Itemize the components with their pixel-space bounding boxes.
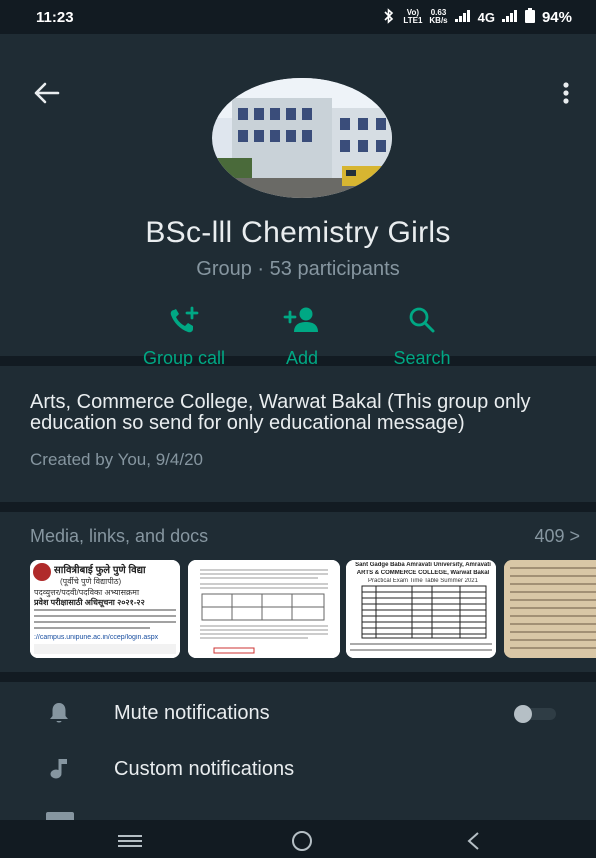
home-button[interactable]	[284, 830, 320, 852]
thumb-heading: सावित्रीबाई फुले पुणे विद्या	[54, 565, 146, 576]
add-call-icon	[170, 306, 199, 333]
group-call-button[interactable]: Group call	[124, 304, 244, 374]
media-thumbnail[interactable]: Sant Gadge Baba Amravati University, Amr…	[346, 560, 496, 658]
nav-back-button[interactable]	[456, 830, 492, 852]
custom-notifications-row[interactable]: Custom notifications	[0, 740, 596, 796]
music-note-icon	[50, 759, 67, 779]
status-bar: 11:23 Vo) LTE1 0.63 KB/s 4G 94%	[0, 0, 596, 34]
circle-home-icon	[292, 831, 312, 851]
document-image	[188, 560, 340, 658]
volte-indicator: Vo) LTE1	[403, 8, 423, 25]
media-section: Media, links, and docs 409 > सावित्रीबाई…	[0, 512, 596, 672]
status-icons: Vo) LTE1 0.63 KB/s 4G 94%	[382, 7, 572, 27]
network-type: 4G	[477, 9, 495, 25]
media-thumbnail[interactable]	[504, 560, 596, 658]
group-photo	[212, 78, 392, 198]
media-label: Media, links, and docs	[30, 526, 209, 546]
network-speed: 0.63 KB/s	[429, 8, 448, 25]
menu-lines-icon	[118, 835, 142, 847]
group-name: BSc-lll Chemistry Girls	[145, 216, 451, 249]
mute-toggle[interactable]	[510, 704, 560, 724]
thumb-line: प्रवेश परीक्षासाठी अधिसूचना २०२१-२२	[34, 598, 145, 607]
battery-level: 94%	[541, 8, 572, 26]
group-avatar[interactable]	[212, 78, 392, 198]
media-header[interactable]: Media, links, and docs 409 >	[30, 526, 580, 547]
thumb-heading: Sant Gadge Baba Amravati University, Amr…	[355, 562, 491, 568]
media-visibility-icon	[46, 812, 74, 820]
group-header: BSc-lll Chemistry Girls Group · 53 parti…	[0, 34, 596, 368]
add-person-icon	[283, 307, 318, 332]
battery-icon	[524, 8, 535, 26]
group-participants: Group · 53 participants	[196, 258, 400, 280]
recent-apps-button[interactable]	[112, 830, 148, 852]
group-description: Arts, Commerce College, Warwat Bakal (Th…	[30, 391, 531, 434]
back-button[interactable]	[30, 78, 64, 108]
thumb-subheading: (पूर्वीचे पुणे विद्यापीठ)	[60, 577, 122, 586]
bell-icon	[50, 703, 68, 723]
mute-notifications-label: Mute notifications	[114, 702, 270, 724]
created-info: Created by You, 9/4/20	[30, 450, 203, 469]
more-vertical-icon	[563, 82, 569, 104]
thumb-line: Practical Exam Time Table Summer 2021	[368, 578, 478, 584]
system-navigation-bar	[0, 822, 596, 858]
group-description-card[interactable]: Arts, Commerce College, Warwat Bakal (Th…	[0, 366, 596, 502]
mute-notifications-row[interactable]: Mute notifications	[0, 684, 596, 740]
status-time: 11:23	[36, 8, 74, 26]
media-count[interactable]: 409 >	[534, 526, 580, 547]
chevron-left-icon	[467, 832, 479, 850]
arrow-back-icon	[34, 82, 60, 104]
media-thumbnail[interactable]	[188, 560, 340, 658]
toggle-switch	[514, 705, 556, 723]
more-options-button[interactable]	[554, 78, 578, 108]
thumb-link: ://campus.unipune.ac.in/ccep/login.aspx	[34, 634, 159, 641]
search-button[interactable]: Search	[374, 304, 470, 374]
signal-icon-2	[501, 9, 518, 25]
media-thumbnail[interactable]: सावित्रीबाई फुले पुणे विद्या (पूर्वीचे प…	[30, 560, 180, 658]
custom-notifications-label: Custom notifications	[114, 758, 295, 780]
signal-icon	[454, 9, 471, 25]
document-image	[504, 560, 596, 658]
bluetooth-icon	[382, 7, 396, 27]
thumb-subheading: ARTS & COMMERCE COLLEGE, Warwat Bakal	[356, 570, 490, 576]
search-icon	[409, 307, 435, 333]
add-participant-button[interactable]: Add	[262, 304, 342, 374]
settings-section: Mute notifications Custom notifications	[0, 682, 596, 820]
